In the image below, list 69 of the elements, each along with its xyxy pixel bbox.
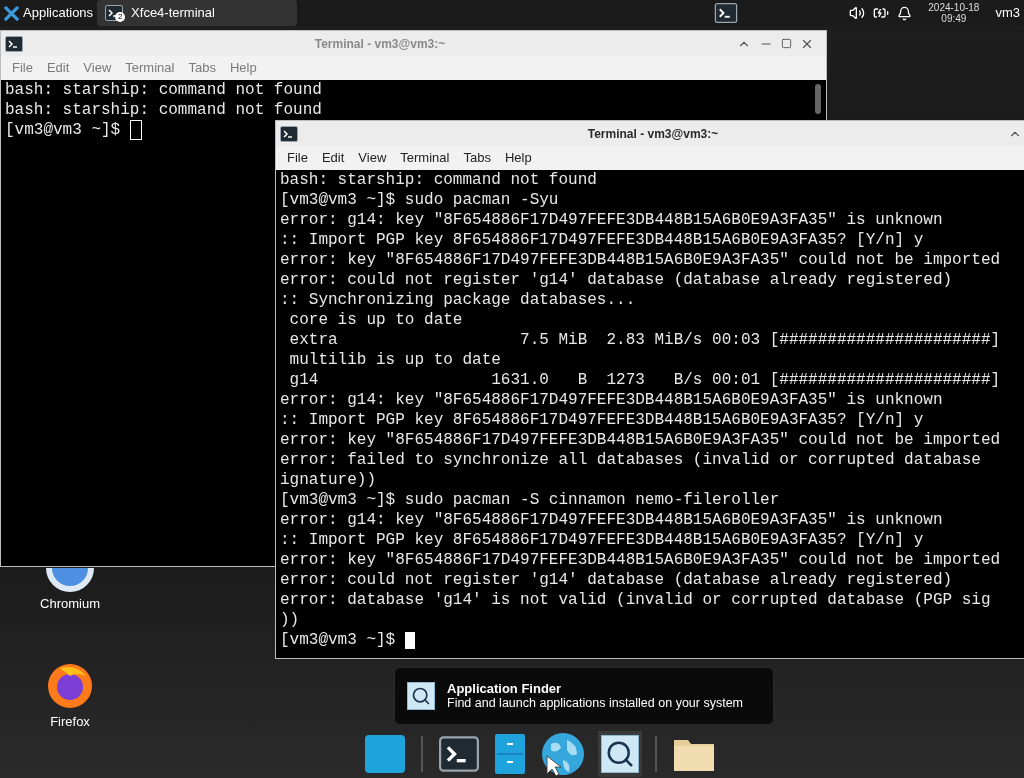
terminal-line: g14 1631.0 B 1273 B/s 00:01 [######################] [288,370,1002,390]
dock-separator [655,736,657,772]
window-title: Terminal - vm3@vm3:~ [587,125,719,143]
terminal-line: extra 7.5 MiB 2.83 MiB/s 00:03 [######################] [288,330,1002,350]
terminal-line: bash: starship: command not found [5,100,323,120]
terminal-line: core is up to date [288,310,464,330]
terminal-line: [vm3@vm3 ~]$ sudo pacman -S cinnamon nemo-fileroller [280,490,781,510]
terminal-line: error: g14: key "8F654886F17D497FEFE3DB448B15A6B0E9A3FA35" is unknown [280,210,944,230]
taskbar-button[interactable]: 2 Xfce4-terminal [97,0,298,26]
terminal-line: error: g14: key "8F654886F17D497FEFE3DB448B15A6B0E9A3FA35" is unknown [280,390,944,410]
terminal-line: :: Synchronizing package databases... [280,290,637,310]
scrollbar-thumb[interactable] [815,84,821,114]
terminal-line: error: g14: key "8F654886F17D497FEFE3DB448B15A6B0E9A3FA35" is unknown [280,510,944,530]
cross-logo-icon [4,5,19,21]
battery-icon[interactable] [873,5,890,21]
tooltip-description: Find and launch applications installed on your system [447,696,743,711]
search-icon [407,682,435,710]
menu-item[interactable]: View [351,148,394,168]
terminal-line: error: could not register 'g14' database (database already registered) [280,270,954,290]
terminal-line: error: key "8F654886F17D497FEFE3DB448B15A6B0E9A3FA35" could not be imported [280,250,1002,270]
terminal-icon [280,125,298,142]
text-cursor [404,631,415,649]
volume-icon[interactable] [849,5,866,21]
terminal-line: error: database 'g14' is not valid (invalid or corrupted database (PGP sig [280,590,992,610]
terminal-line: [vm3@vm3 ~]$ [280,630,397,650]
terminal-line: :: Import PGP key 8F654886F17D497FEFE3DB448B15A6B0E9A3FA35? [Y/n] y [280,410,925,430]
terminal-line: error: could not register 'g14' database (database already registered) [280,570,954,590]
globe-icon[interactable] [541,732,585,776]
terminal-line: [vm3@vm3 ~]$ [5,120,122,140]
text-cursor [129,120,142,140]
window-count-badge: 2 [115,12,126,22]
terminal-line: multilib is up to date [288,350,502,370]
window-title: Terminal - vm3@vm3:~ [314,35,446,53]
menu-item[interactable]: Terminal [393,148,457,168]
menu-item[interactable]: Terminal [118,58,182,78]
terminal-line: bash: starship: command not found [5,80,323,100]
menu-item[interactable]: Help [497,148,539,168]
workspace-icon [713,3,740,23]
clock-time[interactable]: 09:49 [941,13,967,24]
menu-item[interactable]: Tabs [456,148,498,168]
terminal-line: :: Import PGP key 8F654886F17D497FEFE3DB448B15A6B0E9A3FA35? [Y/n] y [280,230,925,250]
dock-separator [421,736,423,772]
maximize-icon[interactable] [781,38,792,49]
menu-item[interactable]: File [280,148,315,168]
browser-icon[interactable] [46,662,94,710]
terminal-line: bash: starship: command not found [280,170,598,190]
menu-item[interactable]: Edit [39,58,77,78]
applications-menu[interactable]: Applications [0,0,98,26]
menu-item[interactable]: Tabs [181,58,223,78]
terminal-line: error: key "8F654886F17D497FEFE3DB448B15A6B0E9A3FA35" could not be imported [280,550,1002,570]
terminal-line: error: failed to synchronize all databases (invalid or corrupted database [280,450,982,470]
terminal-line: ignature)) [280,470,377,490]
terminal-line: [vm3@vm3 ~]$ sudo pacman -Syu [280,190,560,210]
terminal-line: error: key "8F654886F17D497FEFE3DB448B15A6B0E9A3FA35" could not be imported [280,430,1002,450]
menu-item[interactable]: File [5,58,40,78]
clock-date[interactable]: 2024-10-18 [928,2,980,13]
menu-item[interactable]: Help [222,58,264,78]
terminal-line: :: Import PGP key 8F654886F17D497FEFE3DB448B15A6B0E9A3FA35? [Y/n] y [280,530,925,550]
terminal-icon [439,736,479,772]
desktop-icon-label[interactable]: Firefox [50,712,90,732]
menu-item[interactable]: Edit [314,148,352,168]
terminal-icon [5,35,23,52]
tooltip-title: Application Finder [447,681,563,696]
terminal-line: )) [280,610,301,630]
menu-item[interactable]: View [76,58,119,78]
search-icon[interactable] [601,735,639,773]
user-name[interactable]: vm3 [995,3,1024,23]
notification-bell-icon[interactable] [897,5,913,21]
desktop-icon-label[interactable]: Chromium [40,594,100,614]
